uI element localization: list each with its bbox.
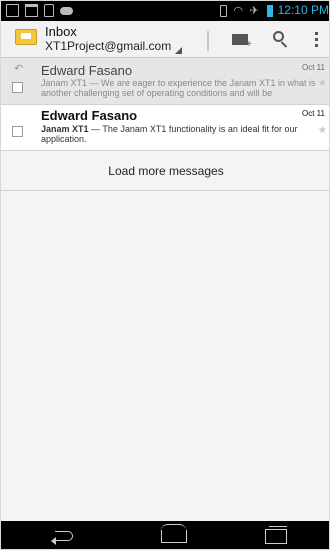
system-icons: ◠ ✈ 12:10 PM <box>219 3 329 17</box>
star-icon[interactable]: ★ <box>318 78 327 89</box>
replied-icon: ↶ <box>14 63 24 75</box>
chat-icon <box>25 4 38 17</box>
select-checkbox[interactable] <box>12 82 23 93</box>
message-date: Oct 11 <box>302 63 325 72</box>
account-dropdown-icon[interactable] <box>175 47 182 54</box>
folder-title[interactable]: Inbox <box>45 25 77 39</box>
message-snippet: Janam XT1 — The Janam XT1 functionality … <box>41 124 323 145</box>
select-checkbox[interactable] <box>12 126 23 137</box>
home-button[interactable] <box>160 524 187 543</box>
notification-icons <box>6 4 73 17</box>
back-icon <box>55 531 73 541</box>
wifi-icon: ◠ <box>233 4 243 17</box>
message-row[interactable]: ↶ Edward Fasano Oct 11 Janam XT1 — We ar… <box>1 58 329 105</box>
airplane-icon: ✈ <box>249 4 259 17</box>
search-icon <box>273 31 284 42</box>
overflow-menu-button[interactable] <box>309 30 323 50</box>
navigation-bar <box>1 521 329 549</box>
gmail-inbox-screen: ◠ ✈ 12:10 PM Inbox XT1Project@gmail.com … <box>0 0 330 550</box>
status-bar: ◠ ✈ 12:10 PM <box>1 1 329 21</box>
message-subject: Janam XT1 <box>41 124 89 134</box>
snippet-separator: — <box>87 78 102 88</box>
shopping-bag-icon <box>44 4 54 17</box>
message-row[interactable]: Edward Fasano Oct 11 Janam XT1 — The Jan… <box>1 105 329 151</box>
back-button[interactable] <box>51 529 75 545</box>
message-sender: Edward Fasano <box>41 63 133 78</box>
overflow-dot <box>314 38 318 41</box>
snippet-separator: — <box>88 124 103 134</box>
message-snippet: Janam XT1 — We are eager to experience t… <box>41 78 323 99</box>
account-email[interactable]: XT1Project@gmail.com <box>45 39 171 53</box>
search-button[interactable] <box>269 28 293 52</box>
load-more-button[interactable]: Load more messages <box>1 151 329 191</box>
compose-plus-icon: + <box>246 39 252 50</box>
message-date: Oct 11 <box>302 109 325 118</box>
star-icon[interactable]: ★ <box>318 125 327 136</box>
message-list: ↶ Edward Fasano Oct 11 Janam XT1 — We ar… <box>1 58 329 191</box>
compose-button[interactable]: + <box>226 27 256 53</box>
battery-icon <box>266 4 273 17</box>
action-bar: Inbox XT1Project@gmail.com + <box>1 21 329 58</box>
game-controller-icon <box>60 7 73 15</box>
overflow-dot <box>314 44 318 47</box>
screenshot-icon <box>6 4 19 17</box>
search-icon-handle <box>280 41 288 48</box>
recent-apps-button[interactable] <box>265 526 287 544</box>
overflow-menu-icon <box>314 32 318 35</box>
status-time: 12:10 PM <box>277 3 329 17</box>
action-bar-divider <box>207 31 209 51</box>
message-subject: Janam XT1 <box>41 78 88 88</box>
vibrate-icon <box>219 4 227 17</box>
message-sender: Edward Fasano <box>41 108 138 123</box>
inbox-icon[interactable] <box>15 29 37 45</box>
back-icon-arrowhead <box>51 537 56 545</box>
